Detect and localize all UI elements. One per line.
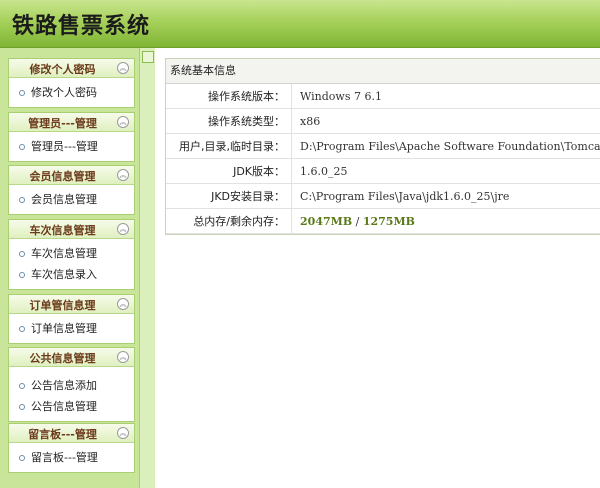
menu-item-label: 公告信息添加 bbox=[31, 379, 97, 392]
sidebar-splitter[interactable] bbox=[139, 48, 155, 488]
menu-group-title: 车次信息管理 bbox=[29, 224, 96, 237]
menu-group-title: 修改个人密码 bbox=[29, 63, 96, 76]
menu-group-trains: 车次信息管理 ︽ 车次信息管理 车次信息录入 bbox=[8, 219, 135, 290]
bullet-icon bbox=[19, 404, 25, 410]
row-value: D:\Program Files\Apache Software Foundat… bbox=[291, 133, 600, 159]
menu-item-train-entry[interactable]: 车次信息录入 bbox=[9, 264, 134, 285]
row-value: 1.6.0_25 bbox=[291, 158, 600, 184]
bullet-icon bbox=[19, 90, 25, 96]
menu-group-header[interactable]: 订单管信息理 ︽ bbox=[9, 295, 134, 314]
menu-item-label: 留言板---管理 bbox=[31, 451, 98, 464]
table-row: 操作系统类型： x86 bbox=[166, 108, 600, 134]
menu-item-messages[interactable]: 留言板---管理 bbox=[9, 447, 134, 468]
app-header: 铁路售票系统 bbox=[0, 0, 600, 48]
table-row: JDK版本： 1.6.0_25 bbox=[166, 158, 600, 184]
panel-title: 系统基本信息 bbox=[166, 59, 600, 84]
collapse-icon[interactable]: ︽ bbox=[117, 169, 129, 181]
menu-group-header[interactable]: 留言板---管理 ︽ bbox=[9, 424, 134, 443]
memory-separator: / bbox=[352, 214, 363, 228]
menu-group-header[interactable]: 管理员---管理 ︽ bbox=[9, 113, 134, 132]
menu-group-header[interactable]: 会员信息管理 ︽ bbox=[9, 166, 134, 185]
collapse-icon[interactable]: ︽ bbox=[117, 351, 129, 363]
row-label: 用户,目录,临时目录： bbox=[166, 133, 293, 159]
menu-item-label: 修改个人密码 bbox=[31, 86, 97, 99]
menu-group-admin: 管理员---管理 ︽ 管理员---管理 bbox=[8, 112, 135, 162]
table-row: 操作系统版本： Windows 7 6.1 bbox=[166, 84, 600, 109]
row-label: JDK版本： bbox=[166, 158, 293, 184]
menu-item-notice-add[interactable]: 公告信息添加 bbox=[9, 375, 134, 396]
menu-group-members: 会员信息管理 ︽ 会员信息管理 bbox=[8, 165, 135, 215]
total-memory: 2047MB bbox=[300, 214, 353, 228]
menu-group-orders: 订单管信息理 ︽ 订单信息管理 bbox=[8, 294, 135, 344]
menu-item-label: 会员信息管理 bbox=[31, 193, 97, 206]
menu-group-header[interactable]: 修改个人密码 ︽ bbox=[9, 59, 134, 78]
row-label: 操作系统类型： bbox=[166, 108, 293, 134]
menu-group-header[interactable]: 车次信息管理 ︽ bbox=[9, 220, 134, 239]
row-value: 2047MB / 1275MB bbox=[291, 208, 600, 234]
table-row: 用户,目录,临时目录： D:\Program Files\Apache Soft… bbox=[166, 133, 600, 159]
row-value: C:\Program Files\Java\jdk1.6.0_25\jre bbox=[291, 183, 600, 209]
menu-item-label: 管理员---管理 bbox=[31, 140, 98, 153]
table-row: JKD安装目录： C:\Program Files\Java\jdk1.6.0_… bbox=[166, 183, 600, 209]
row-label: JKD安装目录： bbox=[166, 183, 293, 209]
system-info-table: 操作系统版本： Windows 7 6.1 操作系统类型： x86 用户,目录,… bbox=[166, 84, 600, 234]
collapse-icon[interactable]: ︽ bbox=[117, 298, 129, 310]
menu-item-label: 公告信息管理 bbox=[31, 400, 97, 413]
menu-group-title: 管理员---管理 bbox=[28, 117, 97, 130]
collapse-icon[interactable]: ︽ bbox=[117, 62, 129, 74]
menu-group-notices: 公共信息管理 ︽ 公告信息添加 公告信息管理 bbox=[8, 347, 135, 422]
bullet-icon bbox=[19, 144, 25, 150]
bullet-icon bbox=[19, 383, 25, 389]
menu-group-title: 订单管信息理 bbox=[29, 299, 96, 312]
menu-item-label: 车次信息管理 bbox=[31, 247, 97, 260]
bullet-icon bbox=[19, 197, 25, 203]
bullet-icon bbox=[19, 326, 25, 332]
menu-item-members[interactable]: 会员信息管理 bbox=[9, 189, 134, 210]
row-label: 操作系统版本： bbox=[166, 84, 293, 109]
menu-item-change-password[interactable]: 修改个人密码 bbox=[9, 82, 134, 103]
menu-item-train-manage[interactable]: 车次信息管理 bbox=[9, 243, 134, 264]
bullet-icon bbox=[19, 272, 25, 278]
menu-group-messages: 留言板---管理 ︽ 留言板---管理 bbox=[8, 423, 135, 473]
sidebar: 修改个人密码 ︽ 修改个人密码 管理员---管理 ︽ 管理员---管理 会员信息… bbox=[0, 48, 139, 488]
collapse-icon[interactable]: ︽ bbox=[117, 116, 129, 128]
menu-item-admin[interactable]: 管理员---管理 bbox=[9, 136, 134, 157]
bullet-icon bbox=[19, 251, 25, 257]
menu-item-orders[interactable]: 订单信息管理 bbox=[9, 318, 134, 339]
menu-group-header[interactable]: 公共信息管理 ︽ bbox=[9, 348, 134, 367]
free-memory: 1275MB bbox=[362, 214, 415, 228]
menu-group-title: 会员信息管理 bbox=[29, 170, 96, 183]
row-label: 总内存/剩余内存： bbox=[166, 208, 293, 234]
bullet-icon bbox=[19, 455, 25, 461]
table-row: 总内存/剩余内存： 2047MB / 1275MB bbox=[166, 208, 600, 234]
sidebar-toggle-icon[interactable] bbox=[142, 51, 154, 63]
row-value: x86 bbox=[291, 108, 600, 134]
menu-item-label: 车次信息录入 bbox=[31, 268, 97, 281]
menu-group-password: 修改个人密码 ︽ 修改个人密码 bbox=[8, 58, 135, 108]
menu-item-label: 订单信息管理 bbox=[31, 322, 97, 335]
collapse-icon[interactable]: ︽ bbox=[117, 223, 129, 235]
row-value: Windows 7 6.1 bbox=[291, 84, 600, 109]
menu-group-title: 公共信息管理 bbox=[29, 352, 96, 365]
menu-item-notice-manage[interactable]: 公告信息管理 bbox=[9, 396, 134, 417]
collapse-icon[interactable]: ︽ bbox=[117, 427, 129, 439]
app-title: 铁路售票系统 bbox=[12, 14, 151, 39]
system-info-panel: 系统基本信息 操作系统版本： Windows 7 6.1 操作系统类型： x86… bbox=[165, 58, 600, 235]
menu-group-title: 留言板---管理 bbox=[28, 428, 97, 441]
